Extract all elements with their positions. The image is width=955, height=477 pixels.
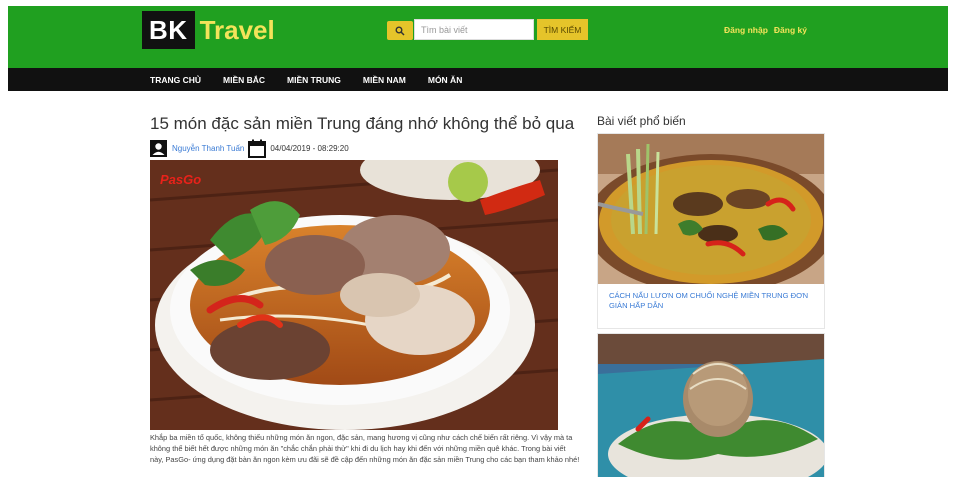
search-button[interactable]: TÌM KIẾM (537, 19, 588, 40)
article-meta: Nguyễn Thanh Tuấn 04/04/2019 - 08:29:20 (150, 138, 349, 158)
site-logo[interactable]: BK Travel (142, 11, 275, 49)
nav-item-home[interactable]: TRANG CHỦ (150, 75, 201, 85)
nav-item-central[interactable]: MIỀN TRUNG (287, 75, 341, 85)
calendar-icon (248, 139, 267, 158)
user-icon (150, 139, 167, 157)
popular-post-image[interactable] (598, 334, 824, 477)
logo-bk: BK (142, 11, 195, 49)
publish-date: 04/04/2019 - 08:29:20 (270, 143, 349, 153)
auth-links: Đăng nhập Đăng ký (724, 25, 807, 35)
search-input[interactable] (414, 19, 534, 40)
sidebar-title: Bài viết phổ biến (597, 114, 686, 128)
article-hero-image: PasGo (150, 160, 558, 430)
nav-item-north[interactable]: MIỀN BẮC (223, 75, 265, 85)
nav-item-food[interactable]: MÓN ĂN (428, 75, 462, 85)
login-link[interactable]: Đăng nhập (724, 25, 768, 35)
article-title: 15 món đặc sản miền Trung đáng nhớ không… (150, 114, 575, 133)
popular-post-card[interactable]: CÁCH NẤU LƯƠN OM CHUỐI NGHỆ MIỀN TRUNG Đ… (597, 133, 825, 329)
page: BK Travel TÌM KIẾM Đăng nhập Đăng ký TRA… (0, 0, 955, 477)
logo-travel: Travel (199, 14, 275, 45)
popular-post-card[interactable] (597, 333, 825, 477)
author-link[interactable]: Nguyễn Thanh Tuấn (172, 144, 244, 153)
popular-post-title[interactable]: CÁCH NẤU LƯƠN OM CHUỐI NGHỆ MIỀN TRUNG Đ… (598, 284, 824, 310)
popular-post-image[interactable] (598, 134, 824, 284)
article-body: Khắp ba miền tổ quốc, không thiếu những … (150, 433, 580, 464)
image-watermark: PasGo (160, 172, 201, 187)
register-link[interactable]: Đăng ký (774, 25, 807, 35)
nav-item-south[interactable]: MIỀN NAM (363, 75, 406, 85)
main-nav: TRANG CHỦ MIỀN BẮC MIỀN TRUNG MIỀN NAM M… (8, 68, 948, 91)
search-icon[interactable] (387, 21, 413, 40)
